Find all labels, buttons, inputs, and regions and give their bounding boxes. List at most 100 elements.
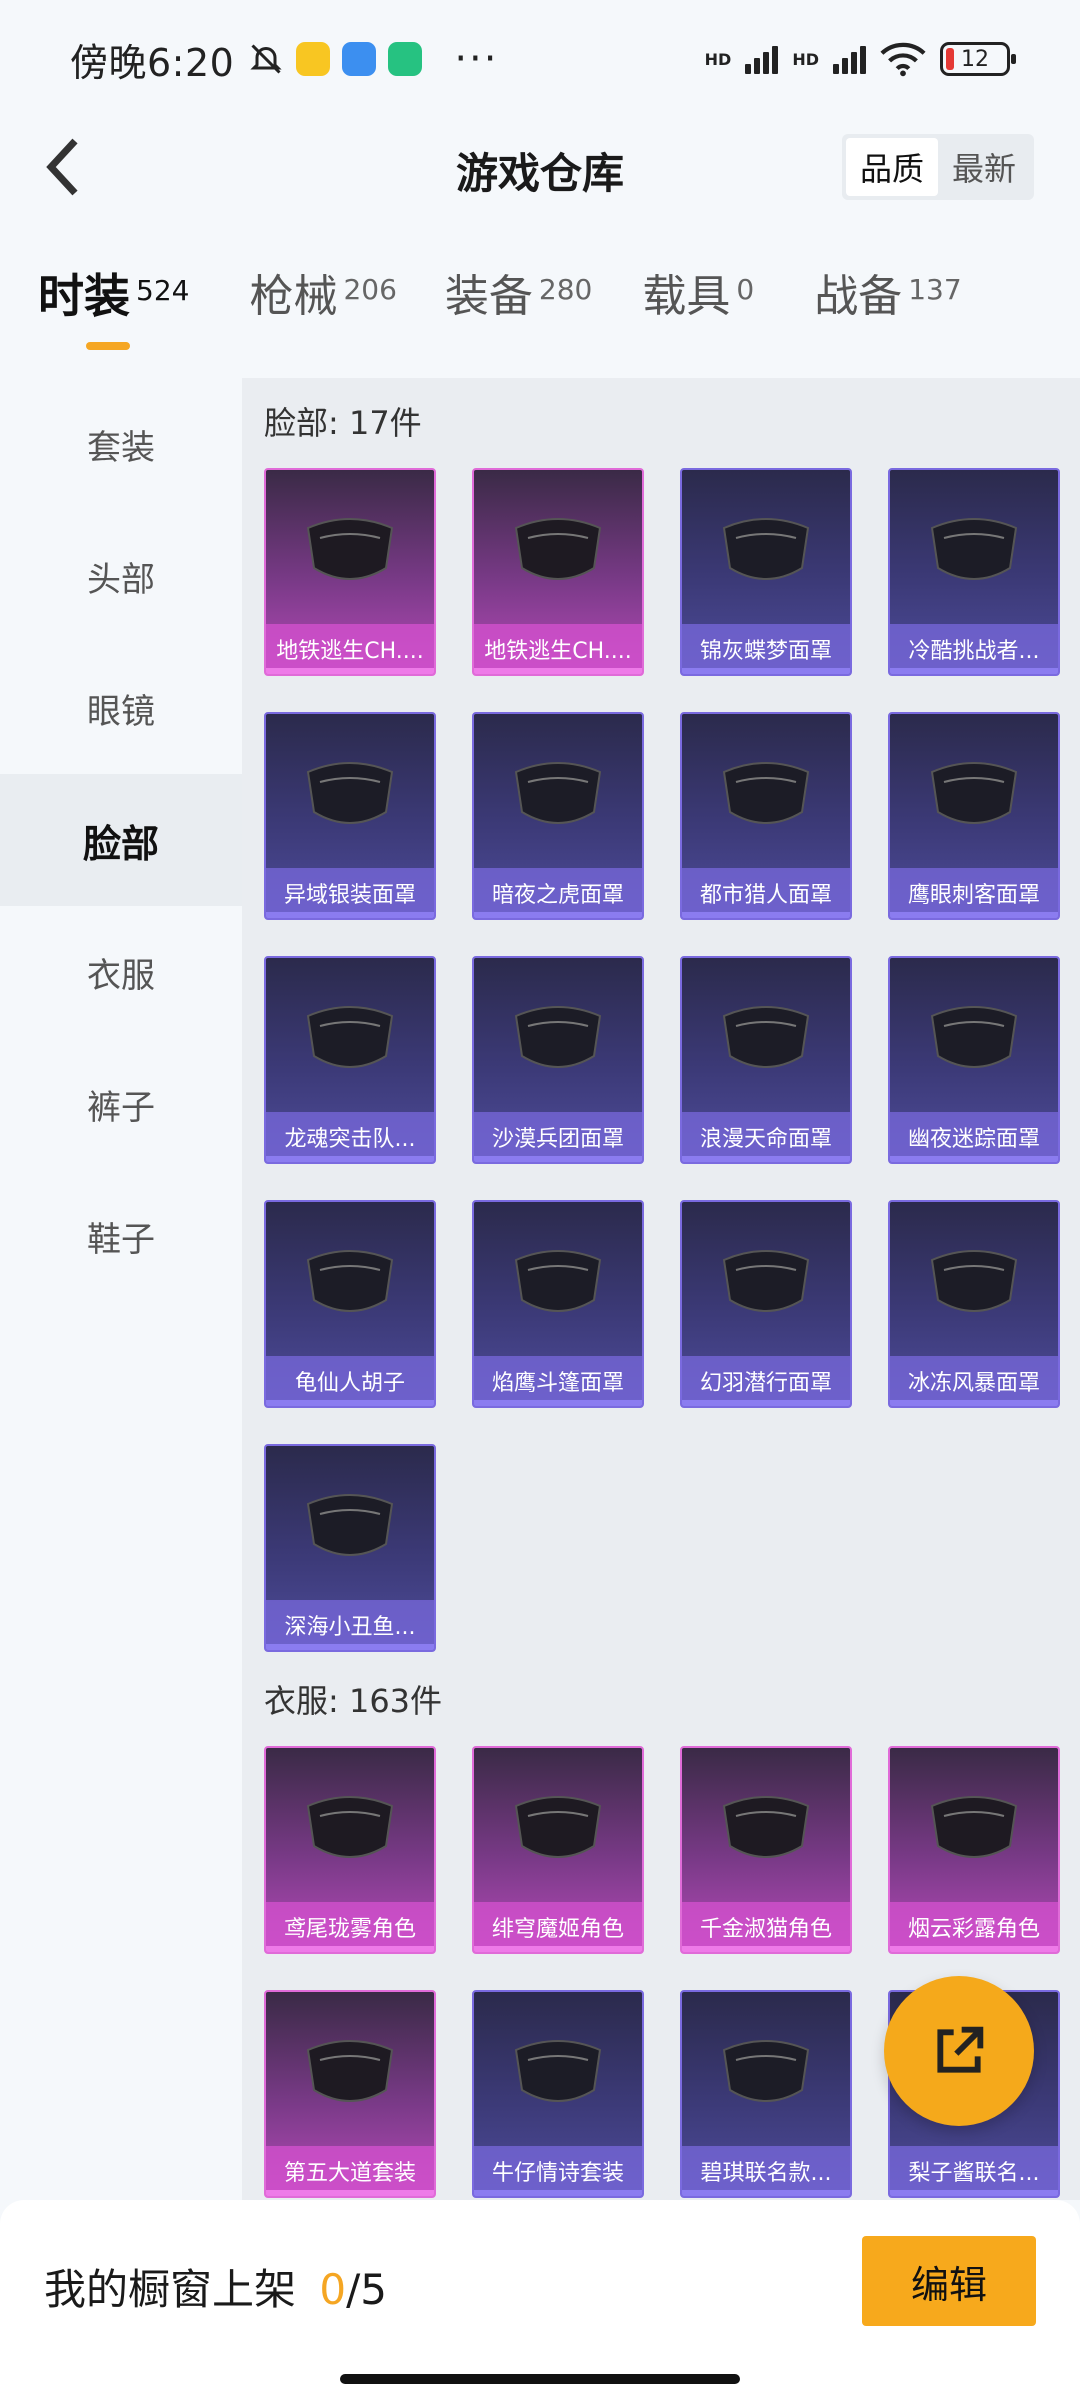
- item-card[interactable]: 暗夜之虎面罩: [472, 712, 644, 920]
- snorkel-goggles-icon: [266, 1446, 434, 1596]
- tab-vehicles[interactable]: 载具 0: [642, 260, 754, 360]
- app-icon-yellow: [296, 42, 331, 76]
- denim-outfit-set-icon: [474, 1992, 642, 2142]
- silver-face-mask-icon: [266, 714, 434, 864]
- rarity-edge: [474, 1156, 642, 1162]
- sidebar-item-suit[interactable]: 套装: [0, 378, 242, 510]
- rarity-edge: [266, 668, 434, 674]
- item-card[interactable]: 牛仔情诗套装: [472, 1990, 644, 2198]
- item-card[interactable]: 龟仙人胡子: [264, 1200, 436, 1408]
- white-dress-character-icon: [266, 1748, 434, 1898]
- sidebar-item-glasses[interactable]: 眼镜: [0, 642, 242, 774]
- item-name: 鹰眼刺客面罩: [890, 868, 1058, 918]
- item-card[interactable]: 冷酷挑战者...: [888, 468, 1060, 676]
- sidebar-item-head[interactable]: 头部: [0, 510, 242, 642]
- tab-fashion[interactable]: 时装 524: [38, 260, 189, 360]
- camo-face-mask-icon: [474, 958, 642, 1108]
- rarity-edge: [474, 1946, 642, 1952]
- item-card[interactable]: 幽夜迷踪面罩: [888, 956, 1060, 1164]
- bandana-mask-icon: [682, 714, 850, 864]
- item-card[interactable]: 地铁逃生CH....: [264, 468, 436, 676]
- item-card[interactable]: 幻羽潜行面罩: [680, 1200, 852, 1408]
- pink-hair-character-icon: [682, 1992, 850, 2142]
- signal-icon-2: [833, 44, 866, 74]
- signal-icon: [745, 44, 779, 74]
- inventory-content[interactable]: 脸部: 17件 地铁逃生CH.... 地铁逃生CH.... 锦灰蝶梦面罩 冷酷挑战者.…: [242, 378, 1080, 2200]
- rarity-edge: [474, 1400, 642, 1406]
- tab-count: 280: [538, 273, 593, 306]
- item-card[interactable]: 鹰眼刺客面罩: [888, 712, 1060, 920]
- rarity-edge: [474, 2190, 642, 2196]
- item-name: 牛仔情诗套装: [474, 2146, 642, 2196]
- item-card[interactable]: 锦灰蝶梦面罩: [680, 468, 852, 676]
- rarity-edge: [890, 1400, 1058, 1406]
- tab-supplies[interactable]: 战备 137: [814, 260, 961, 360]
- app-icon-blue: [342, 42, 377, 76]
- red-trim-respirator-icon: [266, 958, 434, 1108]
- item-card[interactable]: 异域银装面罩: [264, 712, 436, 920]
- item-name: 龙魂突击队...: [266, 1112, 434, 1162]
- item-card[interactable]: 鸢尾珑雾角色: [264, 1746, 436, 1954]
- plague-doctor-mask-icon: [890, 714, 1058, 864]
- sidebar-item-shoes[interactable]: 鞋子: [0, 1170, 242, 1302]
- edit-button[interactable]: 编辑: [862, 2236, 1036, 2326]
- home-indicator[interactable]: [340, 2374, 740, 2384]
- item-card[interactable]: 深海小丑鱼...: [264, 1444, 436, 1652]
- item-card[interactable]: 绯穹魔姬角色: [472, 1746, 644, 1954]
- tab-label: 战备: [814, 271, 903, 322]
- sidebar-item-clothes[interactable]: 衣服: [0, 906, 242, 1038]
- sidebar: 套装 头部 眼镜 脸部 衣服 裤子 鞋子: [0, 378, 242, 1302]
- wifi-icon: [880, 42, 926, 77]
- rarity-edge: [266, 912, 434, 918]
- item-card[interactable]: 龙魂突击队...: [264, 956, 436, 1164]
- item-card[interactable]: 沙漠兵团面罩: [472, 956, 644, 1164]
- tab-guns[interactable]: 枪械 206: [249, 260, 396, 360]
- item-name: 龟仙人胡子: [266, 1356, 434, 1406]
- item-card[interactable]: 碧琪联名款...: [680, 1990, 852, 2198]
- item-name: 焰鹰斗篷面罩: [474, 1356, 642, 1406]
- item-name: 千金淑猫角色: [682, 1902, 850, 1952]
- header: 游戏仓库 品质 最新: [0, 118, 1080, 218]
- rarity-edge: [682, 668, 850, 674]
- showcase-current: 0: [319, 2265, 347, 2314]
- item-card[interactable]: 浪漫天命面罩: [680, 956, 852, 1164]
- item-card[interactable]: 焰鹰斗篷面罩: [472, 1200, 644, 1408]
- category-tabs: 时装 524 枪械 206 装备 280 载具 0 战备 137: [0, 260, 1080, 360]
- tab-equipment[interactable]: 装备 280: [445, 260, 592, 360]
- section-title-clothes: 衣服: 163件: [264, 1682, 443, 1720]
- item-name: 冷酷挑战者...: [890, 624, 1058, 674]
- pink-gown-character-icon: [890, 1748, 1058, 1898]
- more-dots: ···: [454, 36, 499, 82]
- item-name: 深海小丑鱼...: [266, 1600, 434, 1650]
- sort-quality-option[interactable]: 品质: [846, 138, 938, 196]
- item-name: 沙漠兵团面罩: [474, 1112, 642, 1162]
- item-card[interactable]: 冰冻风暴面罩: [888, 1200, 1060, 1408]
- status-right: HD HD 12: [705, 41, 1016, 77]
- sidebar-item-pants[interactable]: 裤子: [0, 1038, 242, 1170]
- item-card[interactable]: 千金淑猫角色: [680, 1746, 852, 1954]
- rarity-edge: [890, 668, 1058, 674]
- item-name: 异域银装面罩: [266, 868, 434, 918]
- share-button[interactable]: [884, 1976, 1034, 2126]
- black-cloth-mask-icon: [890, 958, 1058, 1108]
- rarity-edge: [682, 1156, 850, 1162]
- hd-label-2: HD: [792, 49, 819, 69]
- rarity-edge: [266, 1156, 434, 1162]
- item-name: 幻羽潜行面罩: [682, 1356, 850, 1406]
- item-card[interactable]: 第五大道套装: [264, 1990, 436, 2198]
- status-bar: 傍晚6:20 ··· HD HD 12: [0, 0, 1080, 118]
- section-title-face: 脸部: 17件: [264, 404, 422, 442]
- showcase-status: 我的橱窗上架 0/5: [44, 2256, 387, 2317]
- sort-latest-option[interactable]: 最新: [938, 138, 1030, 196]
- rarity-edge: [266, 1400, 434, 1406]
- green-scarf-icon: [890, 1202, 1058, 1352]
- black-gold-mask-icon: [474, 1202, 642, 1352]
- black-mask-pieces-icon: [474, 470, 642, 620]
- rarity-edge: [890, 912, 1058, 918]
- sort-toggle: 品质 最新: [842, 134, 1034, 200]
- item-card[interactable]: 烟云彩露角色: [888, 1746, 1060, 1954]
- item-card[interactable]: 地铁逃生CH....: [472, 468, 644, 676]
- item-card[interactable]: 都市猎人面罩: [680, 712, 852, 920]
- rarity-edge: [890, 1156, 1058, 1162]
- sidebar-item-face[interactable]: 脸部: [0, 774, 242, 906]
